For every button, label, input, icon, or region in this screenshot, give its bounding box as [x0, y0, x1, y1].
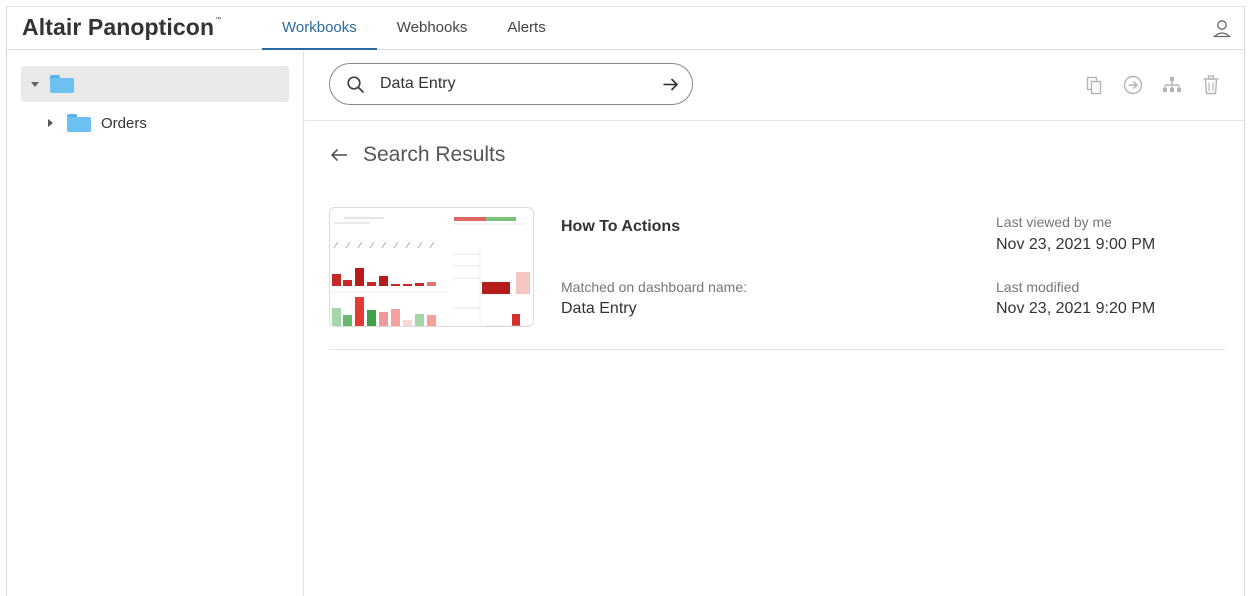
search-input[interactable] [380, 72, 650, 96]
folder-tree-sidebar: Orders [7, 51, 304, 596]
search-results-title: Search Results [363, 143, 506, 166]
move-icon[interactable] [1122, 74, 1144, 96]
copy-icon[interactable] [1083, 74, 1105, 96]
toolbar-actions [1083, 74, 1222, 96]
caret-right-icon[interactable] [48, 119, 53, 127]
matched-label: Matched on dashboard name: [561, 279, 748, 295]
tab-alerts[interactable]: Alerts [487, 7, 565, 50]
arrow-left-icon[interactable] [329, 147, 349, 163]
brand-name: Altair Panopticon [22, 14, 215, 40]
hierarchy-icon[interactable] [1161, 74, 1183, 96]
last-viewed-label: Last viewed by me [996, 214, 1112, 230]
last-modified-value: Nov 23, 2021 9:20 PM [996, 300, 1156, 317]
app-frame: Altair Panopticon™ Workbooks Webhooks Al… [6, 6, 1245, 596]
main-nav: Workbooks Webhooks Alerts [262, 7, 566, 50]
last-viewed-value: Nov 23, 2021 9:00 PM [996, 236, 1156, 253]
folder-icon [67, 114, 91, 132]
brand-logo: Altair Panopticon™ [22, 14, 221, 41]
dashboard-thumbnail[interactable] [329, 207, 534, 327]
arrow-right-icon[interactable] [662, 76, 679, 93]
tree-item-label: Orders [101, 114, 147, 132]
tab-webhooks[interactable]: Webhooks [377, 7, 488, 50]
search-box [329, 63, 693, 105]
tab-workbooks[interactable]: Workbooks [262, 7, 377, 50]
tree-root-folder[interactable] [21, 66, 289, 102]
last-modified-label: Last modified [996, 279, 1080, 295]
caret-down-icon[interactable] [31, 81, 39, 87]
user-icon[interactable] [1212, 18, 1232, 38]
workbook-toolbar [305, 51, 1244, 121]
brand-trademark: ™ [215, 17, 222, 23]
matched-value: Data Entry [561, 300, 637, 317]
main-content: Search Results [305, 51, 1244, 596]
search-icon [347, 76, 364, 93]
search-result-item: How To Actions Matched on dashboard name… [329, 199, 1225, 350]
folder-icon [50, 75, 74, 93]
result-title[interactable]: How To Actions [561, 218, 680, 236]
trash-icon[interactable] [1200, 74, 1222, 96]
app-header: Altair Panopticon™ Workbooks Webhooks Al… [7, 7, 1244, 50]
search-results-header: Search Results [329, 143, 505, 167]
tree-item-orders[interactable]: Orders [21, 105, 289, 141]
